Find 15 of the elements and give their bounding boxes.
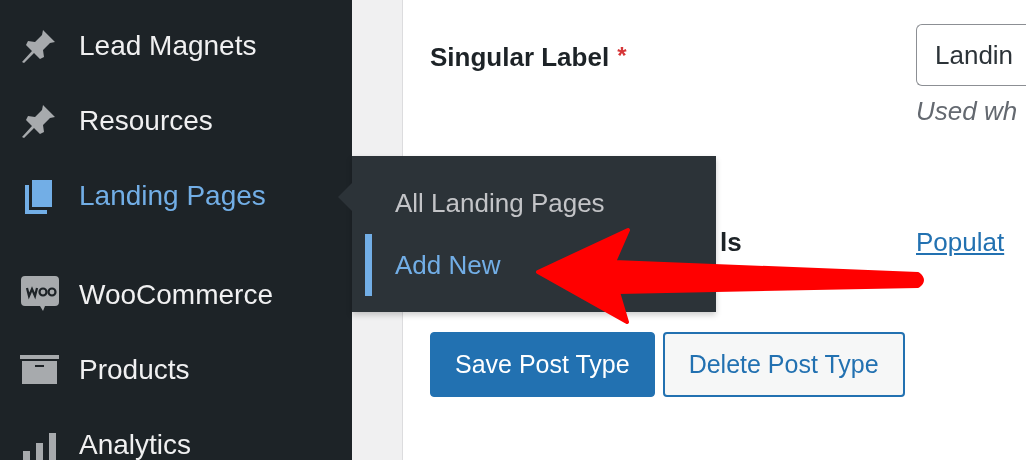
sidebar-item[interactable]: Resources — [0, 83, 352, 158]
field-label: Singular Label — [430, 42, 610, 73]
delete-button[interactable]: Delete Post Type — [662, 332, 905, 397]
singular-label-field[interactable]: Landin — [916, 24, 1026, 86]
sidebar-item[interactable]: Landing Pages — [0, 158, 352, 233]
sidebar-item[interactable]: Products — [0, 332, 352, 407]
sidebar-item[interactable]: Analytics — [0, 407, 352, 460]
sidebar-item[interactable]: Lead Magnets — [0, 8, 352, 83]
save-button[interactable]: Save Post Type — [430, 332, 655, 397]
submenu-item[interactable]: All Landing Pages — [352, 172, 716, 234]
required-mark: * — [617, 42, 627, 70]
field-label: ls — [720, 227, 742, 257]
populate-link[interactable]: Populat — [916, 227, 1005, 258]
field-description: Used wh — [916, 96, 1019, 127]
sidebar-item[interactable]: WooCommerce — [0, 257, 352, 332]
